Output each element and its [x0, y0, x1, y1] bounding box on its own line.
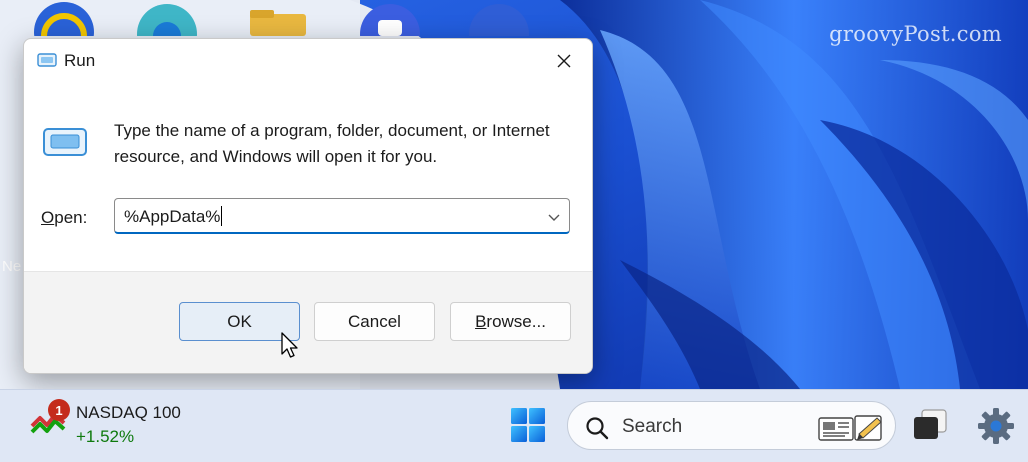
widget-title: NASDAQ 100 — [76, 403, 181, 422]
dialog-description: Type the name of a program, folder, docu… — [114, 121, 550, 166]
open-input-text: %AppData% — [124, 207, 221, 226]
open-label-text: pen: — [54, 208, 88, 227]
close-button[interactable] — [544, 45, 584, 77]
open-input[interactable]: %AppData% — [114, 198, 570, 234]
desktop-app-icon[interactable] — [30, 2, 98, 62]
desktop-folder-icon[interactable] — [244, 2, 312, 36]
text-caret — [221, 206, 223, 226]
open-input-value[interactable]: %AppData% — [124, 206, 223, 227]
desktop-icon-label[interactable]: Ne — [2, 258, 21, 275]
open-label: Open: — [41, 208, 87, 228]
run-icon — [43, 126, 87, 163]
close-icon — [557, 54, 571, 68]
settings-button[interactable] — [976, 406, 1016, 451]
taskbar-search[interactable]: Search — [567, 401, 896, 450]
open-label-access-key: O — [41, 208, 55, 227]
start-button[interactable] — [510, 407, 546, 448]
news-icon — [817, 412, 889, 447]
search-icon — [585, 416, 609, 445]
watermark: groovyPost.com — [829, 22, 1002, 46]
notification-badge: 1 — [48, 399, 70, 421]
browse-button[interactable]: Browse... — [450, 302, 571, 341]
taskbar: 1 NASDAQ 100 +1.52% Search — [0, 389, 1028, 462]
mouse-pointer-icon — [281, 332, 298, 358]
chevron-down-icon[interactable] — [547, 210, 561, 228]
search-placeholder: Search — [622, 416, 683, 437]
title-bar[interactable]: Run — [24, 39, 592, 83]
gear-icon — [978, 408, 1014, 444]
task-view-icon — [914, 409, 947, 439]
dialog-title: Run — [64, 51, 96, 70]
task-view-button[interactable] — [912, 407, 948, 446]
windows-start-icon — [511, 408, 545, 442]
desktop-app-icon[interactable] — [465, 2, 533, 64]
run-icon — [37, 52, 57, 73]
browse-label: rowse... — [486, 311, 546, 331]
run-dialog: Run Type the name of a program, folder, … — [23, 38, 593, 374]
desktop-app-icon[interactable] — [356, 2, 424, 64]
widget-value: +1.52% — [76, 427, 135, 446]
dialog-footer: OK Cancel Browse... — [24, 271, 592, 373]
cancel-button[interactable]: Cancel — [314, 302, 435, 341]
browse-access-key: B — [475, 311, 487, 331]
desktop-app-icon[interactable] — [133, 2, 201, 64]
